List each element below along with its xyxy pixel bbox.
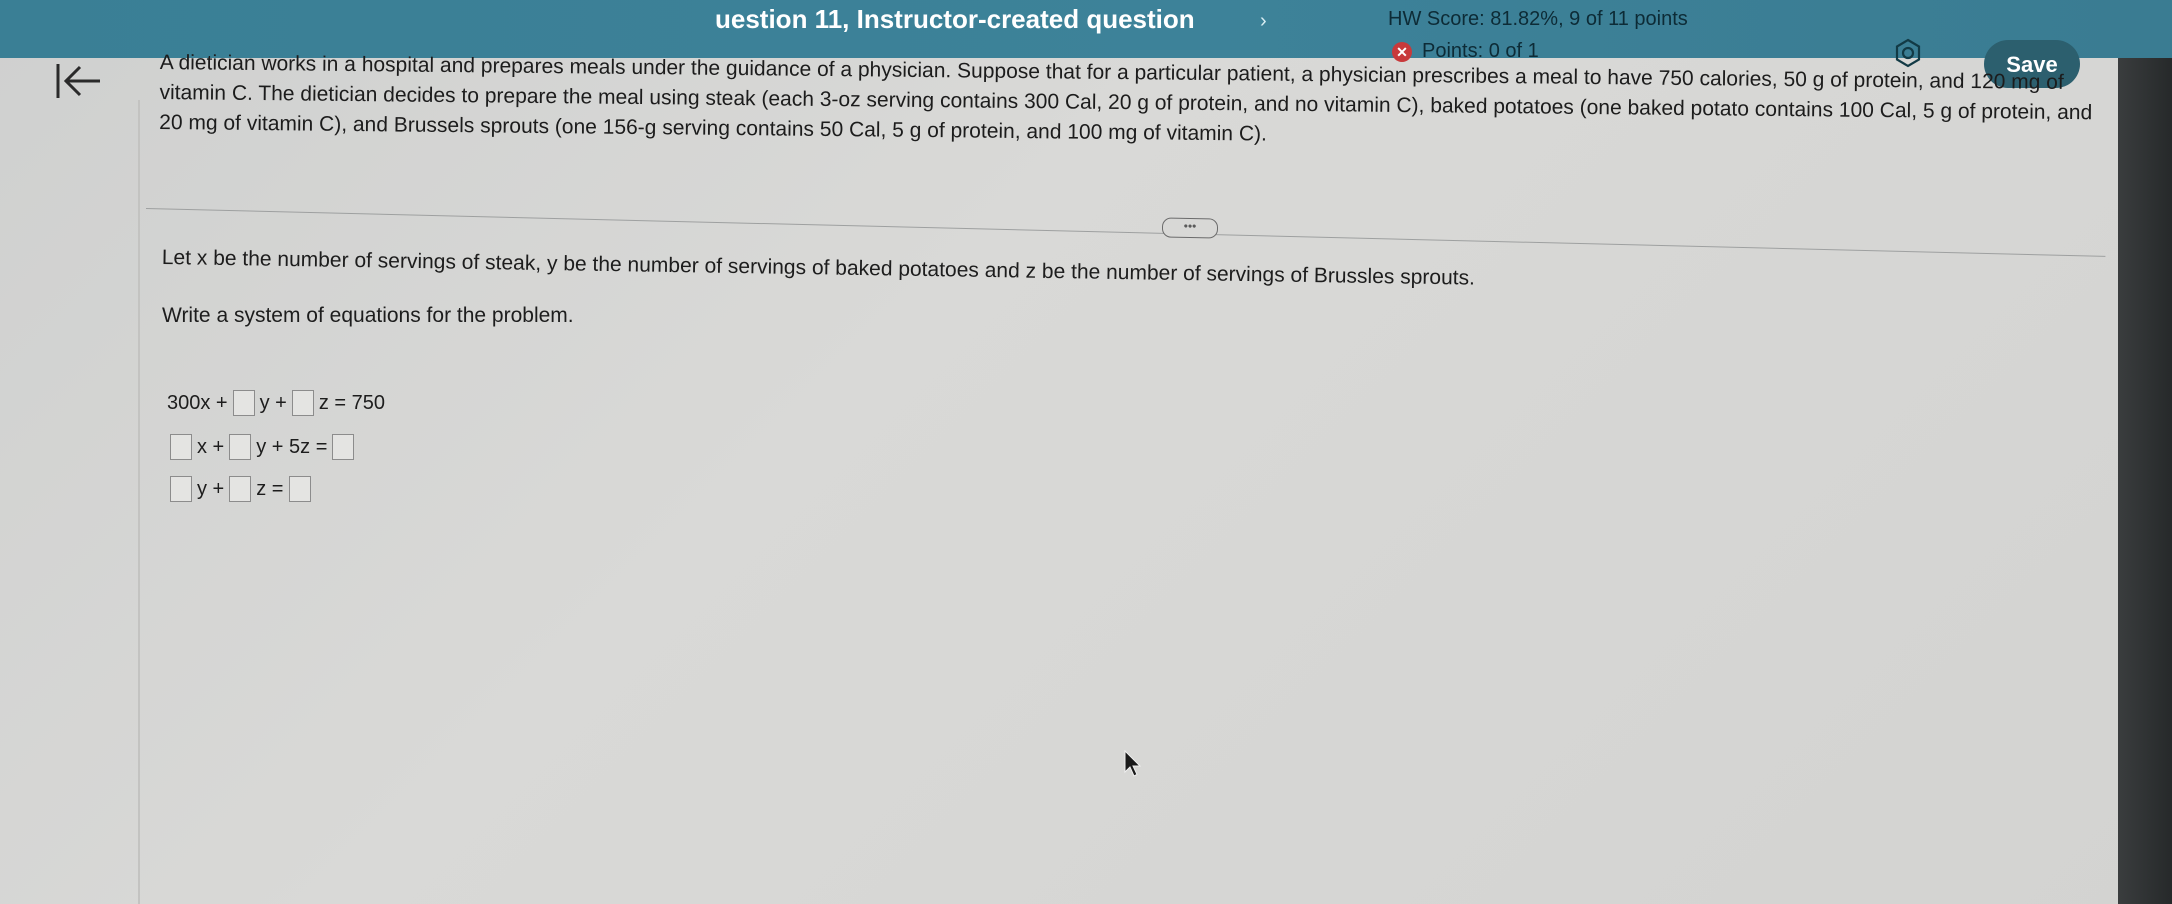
problem-statement: A dietician works in a hospital and prep…: [159, 50, 2093, 146]
eq3-rhs-input[interactable]: [288, 476, 311, 502]
equation-row-2: x + y + 5z =: [168, 434, 356, 460]
more-button[interactable]: •••: [1161, 217, 1219, 239]
eq1-z-coefficient-input[interactable]: [291, 390, 314, 416]
eq1-lead: 300x +: [167, 391, 228, 414]
eq2-term-y: y + 5z =: [256, 435, 328, 458]
points-label: Points: 0 of 1: [1422, 40, 1539, 62]
sidebar-divider: [138, 100, 140, 904]
equation-row-1: 300x + y + z = 750: [164, 390, 388, 416]
eq2-term-x: x +: [197, 435, 225, 458]
back-to-start-icon[interactable]: [52, 58, 104, 104]
eq2-y-coefficient-input[interactable]: [229, 434, 252, 460]
eq3-y-coefficient-input[interactable]: [170, 476, 192, 502]
eq3-term-y: y +: [197, 477, 225, 500]
question-title: uestion 11, Instructor-created question: [715, 4, 1195, 34]
eq2-rhs-input[interactable]: [332, 434, 355, 460]
points-status: ✕ Points: 0 of 1: [1392, 40, 1539, 63]
gear-icon[interactable]: [1893, 38, 1923, 68]
eq3-term-z: z =: [256, 477, 284, 500]
equation-row-3: y + z =: [168, 476, 313, 502]
incorrect-x-icon: ✕: [1392, 41, 1412, 62]
screen-edge: [2118, 58, 2172, 904]
eq1-y-coefficient-input[interactable]: [232, 390, 255, 416]
eq3-z-coefficient-input[interactable]: [229, 476, 252, 502]
variable-definition: Let x be the number of servings of steak…: [161, 246, 1476, 290]
instruction-text: Write a system of equations for the prob…: [162, 304, 574, 327]
eq1-term-y: y +: [259, 391, 287, 414]
mouse-cursor-icon: [1124, 750, 1142, 777]
chevron-right-icon[interactable]: ›: [1260, 10, 1267, 33]
hw-score: HW Score: 81.82%, 9 of 11 points: [1388, 8, 1688, 30]
eq2-x-coefficient-input[interactable]: [170, 434, 192, 460]
eq1-term-z: z = 750: [318, 391, 386, 414]
